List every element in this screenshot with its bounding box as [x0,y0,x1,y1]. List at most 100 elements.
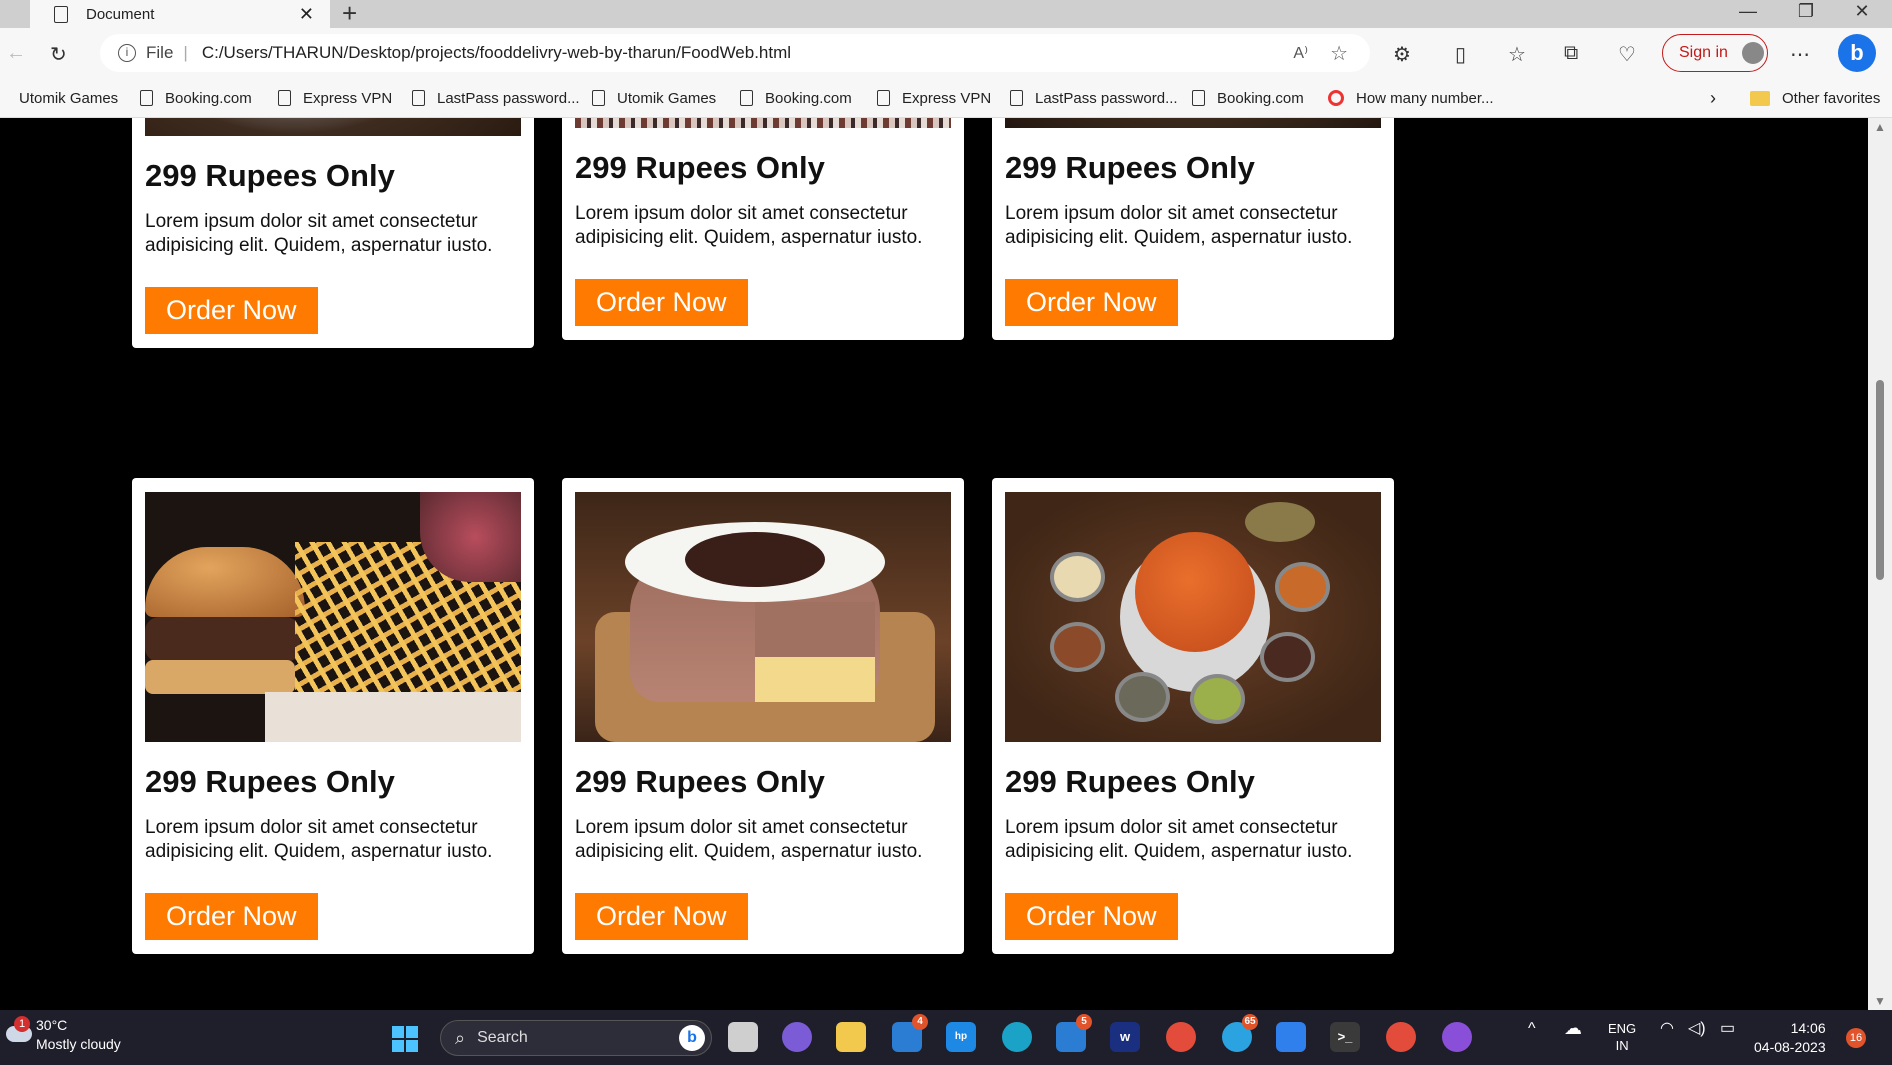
edge-icon[interactable] [1002,1022,1032,1052]
order-now-button[interactable]: Order Now [1005,893,1178,940]
more-options-icon[interactable]: ⋯ [1790,42,1810,67]
chevron-right-icon[interactable]: › [1710,78,1716,118]
store-badge: 5 [1076,1014,1092,1030]
url-text[interactable]: C:/Users/THARUN/Desktop/projects/fooddel… [202,43,791,63]
food-card: 299 Rupees Only Lorem ipsum dolor sit am… [132,478,534,954]
favorite-star-icon[interactable]: ☆ [1330,41,1348,66]
hp-app-icon[interactable]: hp [946,1022,976,1052]
read-aloud-icon[interactable]: A⁾ [1293,43,1308,63]
file-explorer-icon[interactable] [836,1022,866,1052]
language-indicator[interactable]: ENG IN [1608,1020,1636,1054]
sign-in-label: Sign in [1679,44,1728,61]
taskbar-search[interactable]: ⌕ Search b [440,1020,712,1056]
document-icon [278,90,291,106]
refresh-icon[interactable]: ↻ [50,42,67,67]
bookmark-item[interactable]: LastPass password... [412,78,580,118]
bookmark-label: LastPass password... [437,89,580,107]
spice-bowl-shape [1050,552,1105,602]
food-card: 299 Rupees Only Lorem ipsum dolor sit am… [562,118,964,340]
close-tab-icon[interactable]: ✕ [299,4,314,25]
bookmark-item[interactable]: Utomik Games [0,78,118,118]
scroll-down-icon[interactable]: ▼ [1874,994,1886,1008]
food-card: 299 Rupees Only Lorem ipsum dolor sit am… [562,478,964,954]
github-desktop-icon[interactable] [1442,1022,1472,1052]
bookmark-item[interactable]: How many number... [1328,78,1494,118]
slaw-bowl-shape [420,492,521,582]
address-bar[interactable]: i File | C:/Users/THARUN/Desktop/project… [100,34,1370,72]
chrome-icon[interactable] [1166,1022,1196,1052]
info-icon[interactable]: i [118,44,136,62]
bookmark-label: Booking.com [1217,89,1304,107]
weather-widget[interactable]: 1 30°C Mostly cloudy [6,1016,121,1054]
card-description: Lorem ipsum dolor sit amet consectetur a… [1005,203,1353,248]
order-now-button[interactable]: Order Now [575,893,748,940]
food-image [575,118,951,128]
leaf-shape [1245,502,1315,542]
bookmark-item[interactable]: Booking.com [740,78,852,118]
split-screen-icon[interactable]: ▯ [1455,42,1466,67]
store-icon[interactable]: 5 [1056,1014,1092,1052]
document-icon [140,90,153,106]
favorites-icon[interactable]: ☆ [1508,42,1526,67]
folder-icon [1750,90,1770,106]
page-scrollbar[interactable]: ▲ ▼ [1868,118,1892,1010]
bookmark-label: Utomik Games [617,89,717,107]
taskbar: 1 30°C Mostly cloudy ⌕ Search b 4 hp 5 w… [0,1010,1892,1065]
tab-document[interactable]: Document ✕ [30,0,330,28]
spice-bowl-shape [1275,562,1330,612]
bookmark-label: How many number... [1356,89,1494,107]
scrollbar-thumb[interactable] [1876,380,1884,580]
collections-icon[interactable]: ⧉ [1564,42,1578,65]
minimize-icon[interactable]: — [1722,0,1774,28]
chrome-icon[interactable] [1386,1022,1416,1052]
chocolate-shape [685,532,825,587]
spice-bowl-shape [1115,672,1170,722]
bookmark-item[interactable]: Utomik Games [592,78,716,118]
restore-icon[interactable]: ❐ [1780,0,1832,28]
date-label: 04-08-2023 [1754,1039,1826,1055]
bookmark-item[interactable]: LastPass password... [1010,78,1178,118]
sign-in-button[interactable]: Sign in [1662,34,1768,72]
close-window-icon[interactable]: ✕ [1836,0,1888,28]
scroll-up-icon[interactable]: ▲ [1874,120,1886,134]
notification-badge[interactable]: 16 [1846,1028,1866,1048]
back-icon[interactable]: ← [6,42,26,65]
mail-icon[interactable]: 4 [892,1014,928,1052]
card-price: 299 Rupees Only [1005,764,1255,799]
avatar-icon [1741,42,1764,64]
search-icon: ⌕ [455,1027,466,1048]
windows-start-icon[interactable] [392,1026,418,1052]
terminal-icon[interactable]: >_ [1330,1022,1360,1052]
bookmark-item[interactable]: Booking.com [140,78,252,118]
bing-copilot-icon[interactable]: b [1838,34,1876,72]
spice-bowl-shape [1190,674,1245,724]
document-icon [1010,90,1023,106]
food-image [145,118,521,136]
extensions-icon[interactable]: ⚙ [1393,42,1411,67]
search-placeholder: Search [477,1029,528,1046]
order-now-button[interactable]: Order Now [575,279,748,326]
order-now-button[interactable]: Order Now [145,287,318,334]
onedrive-icon[interactable]: ☁ [1564,1019,1582,1037]
weather-temp: 30°C [36,1017,68,1033]
volume-icon[interactable]: ◁) [1688,1020,1706,1037]
clock[interactable]: 14:06 04-08-2023 [1754,1019,1826,1057]
chevron-up-icon[interactable]: ^ [1528,1020,1536,1037]
wifi-icon[interactable]: ◠ [1660,1020,1674,1037]
order-now-button[interactable]: Order Now [145,893,318,940]
other-favorites[interactable]: Other favorites [1750,78,1880,118]
telegram-icon[interactable]: 65 [1222,1014,1258,1052]
teams-chat-icon[interactable] [782,1022,812,1052]
order-now-button[interactable]: Order Now [1005,279,1178,326]
bookmark-item[interactable]: Express VPN [877,78,991,118]
new-tab-icon[interactable]: + [342,0,357,29]
bing-icon[interactable]: b [679,1025,705,1051]
document-icon [877,90,890,106]
browser-essentials-icon[interactable]: ♡ [1618,42,1636,67]
bookmark-item[interactable]: Express VPN [278,78,392,118]
battery-icon[interactable]: ▭ [1720,1020,1735,1037]
webex-icon[interactable]: w [1110,1022,1140,1052]
bookmark-item[interactable]: Booking.com [1192,78,1304,118]
task-view-icon[interactable] [728,1022,758,1052]
vscode-icon[interactable] [1276,1022,1306,1052]
